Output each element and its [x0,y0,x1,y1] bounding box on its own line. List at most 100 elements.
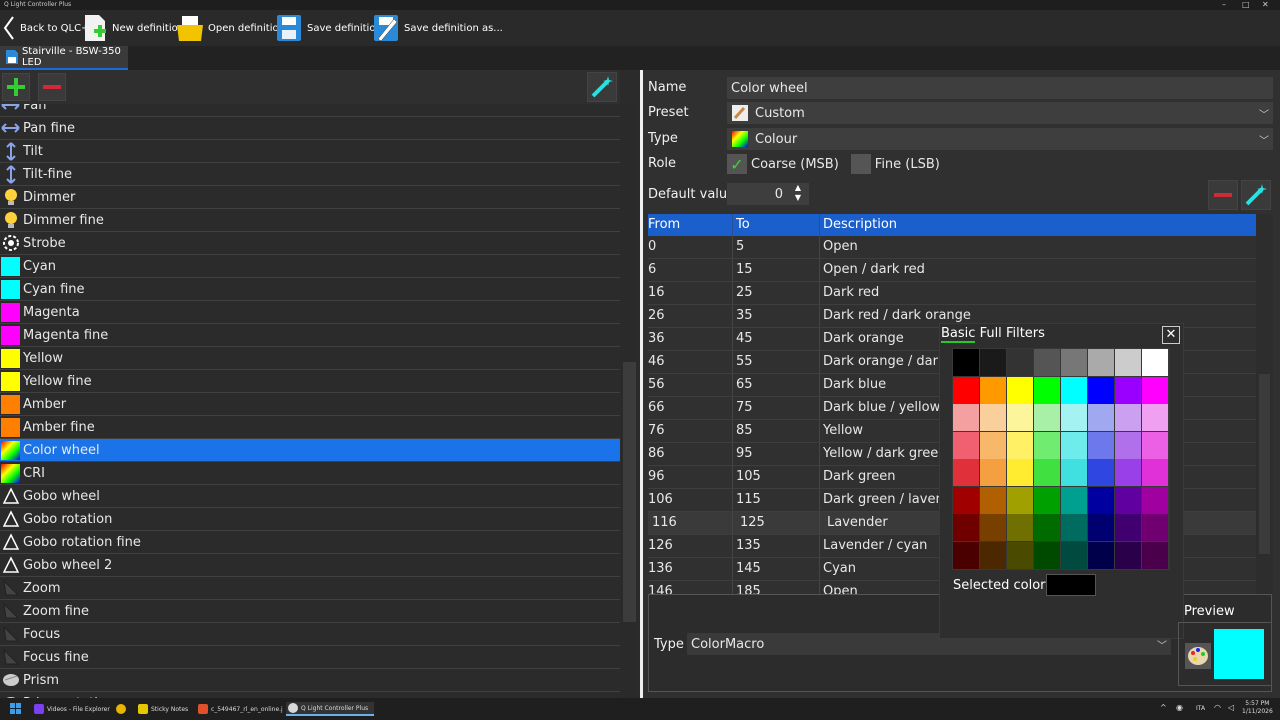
color-swatch[interactable] [980,459,1006,486]
channel-item[interactable]: Gobo wheel 2 [0,554,620,577]
color-swatch[interactable] [953,459,979,486]
color-swatch[interactable] [1034,376,1060,404]
channel-item[interactable]: Cyan fine [0,278,620,301]
channel-item[interactable]: Prism [0,669,620,692]
maximize-icon[interactable]: □ [1242,0,1250,9]
header-from[interactable]: From [648,217,680,232]
color-swatch[interactable] [980,349,1006,376]
color-swatch[interactable] [1034,349,1060,376]
color-swatch[interactable] [1088,376,1114,404]
color-swatch[interactable] [1007,431,1033,459]
color-swatch[interactable] [1007,404,1033,431]
language-indicator[interactable]: ITA [1196,705,1205,712]
channel-item[interactable]: Amber [0,393,620,416]
color-swatch[interactable] [1034,404,1060,431]
color-swatch[interactable] [1142,514,1168,541]
color-swatch[interactable] [1034,541,1060,569]
scroll-thumb[interactable] [623,362,636,622]
color-swatch[interactable] [1142,486,1168,514]
color-swatch[interactable] [1061,541,1087,569]
color-swatch[interactable] [1007,376,1033,404]
new-definition-button[interactable]: New definition [82,12,184,44]
color-swatch[interactable] [1088,541,1114,569]
color-swatch[interactable] [1115,431,1141,459]
tab-basic[interactable]: Basic [941,326,976,343]
channel-item[interactable]: CRI [0,462,620,485]
spin-arrows-icon[interactable]: ▲ ▼ [795,183,801,203]
header-to[interactable]: To [736,217,750,232]
color-swatch[interactable] [1115,404,1141,431]
close-popup-button[interactable]: ✕ [1162,326,1180,344]
channel-item[interactable]: Gobo wheel [0,485,620,508]
channel-item[interactable]: Color wheel [0,439,620,462]
channel-item[interactable]: Strobe [0,232,620,255]
scroll-thumb[interactable] [1259,374,1270,554]
windows-start-icon[interactable] [10,703,22,715]
channel-item[interactable]: Gobo rotation fine [0,531,620,554]
color-swatch[interactable] [980,431,1006,459]
color-swatch[interactable] [1115,376,1141,404]
color-swatch[interactable] [1034,486,1060,514]
volume-icon[interactable]: ◁ [1228,703,1234,712]
color-swatch[interactable] [1088,349,1114,376]
channel-item[interactable]: Tilt [0,140,620,163]
close-window-icon[interactable]: ✕ [1262,0,1269,9]
tab-full[interactable]: Full [980,326,1002,341]
color-swatch[interactable] [980,514,1006,541]
channel-item[interactable]: Focus fine [0,646,620,669]
wifi-icon[interactable]: ◠ [1214,703,1221,712]
fine-checkbox[interactable] [850,154,871,174]
channel-item[interactable]: Pan [0,104,620,117]
channel-wizard-button[interactable] [587,72,617,102]
color-swatch[interactable] [1007,541,1033,569]
minimize-icon[interactable]: – [1222,0,1226,9]
add-channel-button[interactable] [2,73,30,101]
color-swatch[interactable] [1088,459,1114,486]
default-value-spinbox[interactable]: 0 ▲ ▼ [727,183,809,205]
color-swatch[interactable] [1115,541,1141,569]
color-swatch[interactable] [1061,486,1087,514]
coarse-checkbox[interactable]: ✓ [727,154,747,174]
color-swatch[interactable] [1115,459,1141,486]
palette-icon[interactable] [1185,643,1211,669]
channel-item[interactable]: Yellow [0,347,620,370]
save-definition-button[interactable]: Save definition [275,12,382,44]
preset-select[interactable]: Custom ﹀ [727,102,1273,124]
color-swatch[interactable] [1088,404,1114,431]
channel-item[interactable]: Zoom [0,577,620,600]
tab-filters[interactable]: Filters [1006,326,1045,341]
back-to-qlc-button[interactable]: Back to QLC+ [2,12,89,44]
capability-wizard-button[interactable] [1241,180,1271,210]
color-swatch[interactable] [953,431,979,459]
color-swatch[interactable] [1034,459,1060,486]
header-description[interactable]: Description [823,217,897,232]
taskbar-item-qlc[interactable]: Q Light Controller Plus [286,702,375,716]
color-swatch[interactable] [1034,514,1060,541]
tray-app-icon[interactable]: ◉ [1176,703,1183,712]
color-swatch[interactable] [953,486,979,514]
tray-chevron-icon[interactable]: ^ [1160,703,1167,712]
color-swatch[interactable] [953,404,979,431]
taskbar-item-document[interactable]: c_549467_rl_en_online.j [198,702,283,716]
color-swatch[interactable] [953,349,979,376]
channel-item[interactable]: Magenta [0,301,620,324]
color-swatch[interactable] [980,541,1006,569]
color-swatch[interactable] [1142,459,1168,486]
color-swatch[interactable] [953,376,979,404]
color-swatch[interactable] [1034,431,1060,459]
channel-list-scrollbar[interactable] [621,104,638,698]
color-swatch[interactable] [1088,431,1114,459]
color-swatch[interactable] [1142,349,1168,376]
color-swatch[interactable] [1007,514,1033,541]
channel-item[interactable]: Dimmer [0,186,620,209]
table-row[interactable]: 6 15 Open / dark red [648,259,1256,282]
color-swatch[interactable] [980,486,1006,514]
channel-item[interactable]: Gobo rotation [0,508,620,531]
taskbar-item-chrome[interactable] [116,702,126,716]
channel-item[interactable]: Tilt-fine [0,163,620,186]
channel-item[interactable]: Zoom fine [0,600,620,623]
color-swatch[interactable] [1088,486,1114,514]
save-definition-as-button[interactable]: Save definition as... [372,12,503,44]
remove-channel-button[interactable] [38,73,66,101]
color-swatch[interactable] [1115,349,1141,376]
